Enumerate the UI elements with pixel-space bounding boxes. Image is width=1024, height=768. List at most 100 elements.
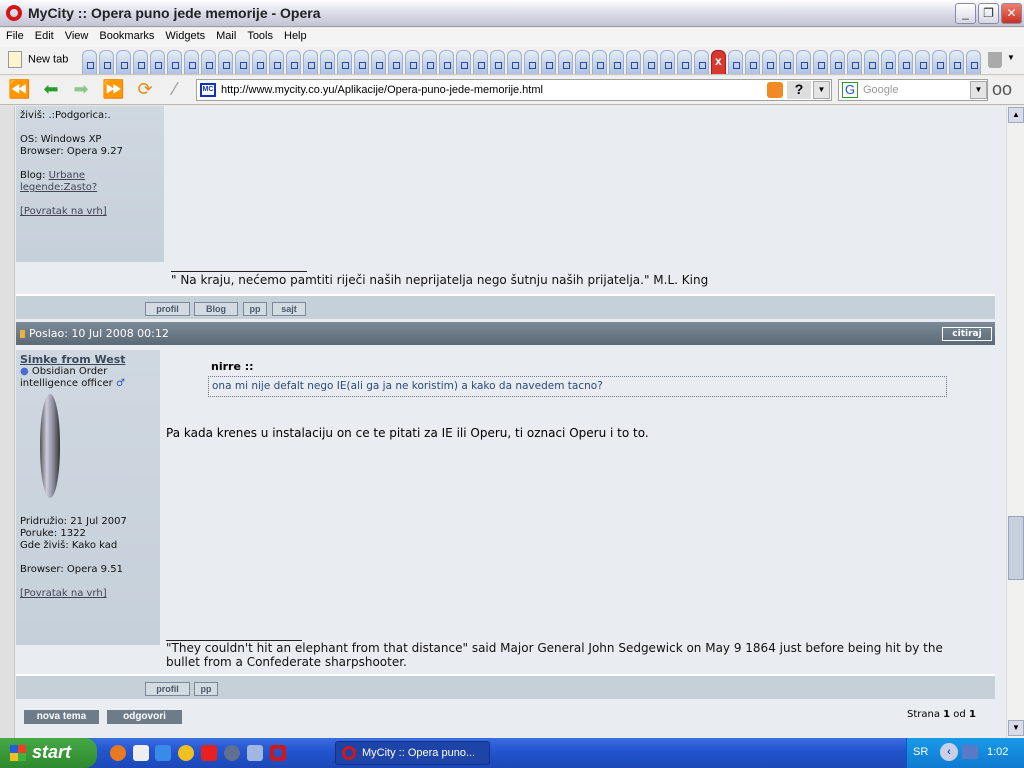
tab[interactable] — [694, 50, 709, 74]
blog-button[interactable]: Blog — [194, 302, 238, 316]
menu-help[interactable]: Help — [278, 28, 312, 42]
profile-button[interactable]: profil — [145, 302, 190, 316]
tab[interactable] — [932, 50, 947, 74]
menu-file[interactable]: File — [0, 28, 29, 42]
opera-icon[interactable] — [201, 745, 217, 761]
tab-active[interactable] — [711, 50, 726, 74]
tab[interactable] — [660, 50, 675, 74]
trash-dropdown-icon[interactable]: ▼ — [1007, 53, 1015, 62]
tab[interactable] — [728, 50, 743, 74]
menu-bookmarks[interactable]: Bookmarks — [93, 28, 159, 42]
tab[interactable] — [235, 50, 250, 74]
scroll-up-button[interactable]: ▲ — [1008, 107, 1024, 123]
edit-pen-icon[interactable]: ⁄ — [164, 80, 186, 100]
tab[interactable] — [507, 50, 522, 74]
tab[interactable] — [303, 50, 318, 74]
pm-button[interactable]: pp — [243, 302, 267, 316]
calculator-icon[interactable] — [247, 745, 263, 761]
tab[interactable] — [626, 50, 641, 74]
tab[interactable] — [150, 50, 165, 74]
media-player-icon[interactable] — [178, 745, 194, 761]
tab[interactable] — [286, 50, 301, 74]
search-dropdown[interactable]: ▼ — [970, 81, 987, 99]
tab[interactable] — [133, 50, 148, 74]
reply-button[interactable]: odgovori — [107, 710, 182, 724]
blog-link[interactable]: Urbane — [49, 170, 85, 181]
tab[interactable] — [745, 50, 760, 74]
tab[interactable] — [422, 50, 437, 74]
tab[interactable] — [898, 50, 913, 74]
tab[interactable] — [99, 50, 114, 74]
back-to-top-link[interactable]: [Povratak na vrh] — [20, 588, 107, 599]
tab[interactable] — [473, 50, 488, 74]
search-field[interactable]: G Google ▼ — [838, 79, 988, 101]
start-button[interactable]: start — [0, 738, 97, 768]
address-field[interactable]: MC http://www.mycity.co.yu/Aplikacije/Op… — [196, 79, 832, 101]
tab[interactable] — [643, 50, 658, 74]
tab[interactable] — [439, 50, 454, 74]
network-icon[interactable] — [224, 745, 240, 761]
tab[interactable] — [269, 50, 284, 74]
tab[interactable] — [371, 50, 386, 74]
panel-strip[interactable] — [0, 106, 15, 738]
tab[interactable] — [490, 50, 505, 74]
ie-icon[interactable] — [155, 745, 171, 761]
tab[interactable] — [167, 50, 182, 74]
tab[interactable] — [915, 50, 930, 74]
fast-forward-button[interactable]: ⏩ — [102, 80, 124, 100]
quote-button[interactable]: citiraj — [942, 327, 992, 341]
help-icon[interactable]: ? — [787, 81, 811, 99]
author-name[interactable]: Simke from West — [20, 354, 156, 366]
tab[interactable] — [405, 50, 420, 74]
trash-icon[interactable] — [988, 52, 1002, 68]
app-icon[interactable] — [133, 745, 149, 761]
minimize-button[interactable]: _ — [955, 3, 976, 24]
scroll-thumb[interactable] — [1008, 516, 1024, 580]
menu-edit[interactable]: Edit — [29, 28, 59, 42]
show-hidden-icons-button[interactable]: ‹ — [940, 743, 958, 761]
glasses-icon[interactable]: oo — [992, 79, 1012, 100]
maximize-button[interactable]: ❐ — [978, 3, 999, 24]
tab[interactable] — [558, 50, 573, 74]
tab[interactable] — [881, 50, 896, 74]
tab[interactable] — [388, 50, 403, 74]
rss-feed-icon[interactable] — [767, 82, 783, 98]
tab[interactable] — [592, 50, 607, 74]
vertical-scrollbar[interactable]: ▲ ▼ — [1006, 106, 1024, 738]
tab[interactable] — [609, 50, 624, 74]
tab[interactable] — [184, 50, 199, 74]
tab[interactable] — [541, 50, 556, 74]
tab[interactable] — [252, 50, 267, 74]
profile-button[interactable]: profil — [145, 682, 190, 696]
menu-tools[interactable]: Tools — [241, 28, 278, 42]
tab[interactable] — [524, 50, 539, 74]
tab[interactable] — [337, 50, 352, 74]
taskbar-item-opera[interactable]: MyCity :: Opera puno... — [335, 741, 490, 765]
tab[interactable] — [201, 50, 216, 74]
reload-button[interactable]: ⟳ — [134, 80, 156, 100]
website-button[interactable]: sajt — [272, 302, 306, 316]
tab[interactable] — [796, 50, 811, 74]
address-dropdown[interactable]: ▼ — [813, 81, 830, 99]
network-tray-icon[interactable] — [962, 745, 978, 759]
tab[interactable] — [320, 50, 335, 74]
scroll-down-button[interactable]: ▼ — [1008, 720, 1024, 736]
tab[interactable] — [677, 50, 692, 74]
menu-widgets[interactable]: Widgets — [159, 28, 210, 42]
pm-button[interactable]: pp — [194, 682, 218, 696]
opera-launch-icon[interactable] — [270, 745, 286, 761]
tab[interactable] — [82, 50, 97, 74]
new-tab-button[interactable]: New tab — [8, 51, 68, 68]
tab[interactable] — [218, 50, 233, 74]
tab[interactable] — [456, 50, 471, 74]
menu-mail[interactable]: Mail — [210, 28, 241, 42]
tab[interactable] — [949, 50, 964, 74]
rewind-button[interactable]: ⏪ — [8, 80, 30, 100]
tab[interactable] — [762, 50, 777, 74]
tab[interactable] — [966, 50, 981, 74]
firefox-icon[interactable] — [110, 745, 126, 761]
tab[interactable] — [116, 50, 131, 74]
tab[interactable] — [847, 50, 862, 74]
blog-link-2[interactable]: legende:Zasto? — [20, 182, 97, 193]
menu-view[interactable]: View — [59, 28, 94, 42]
